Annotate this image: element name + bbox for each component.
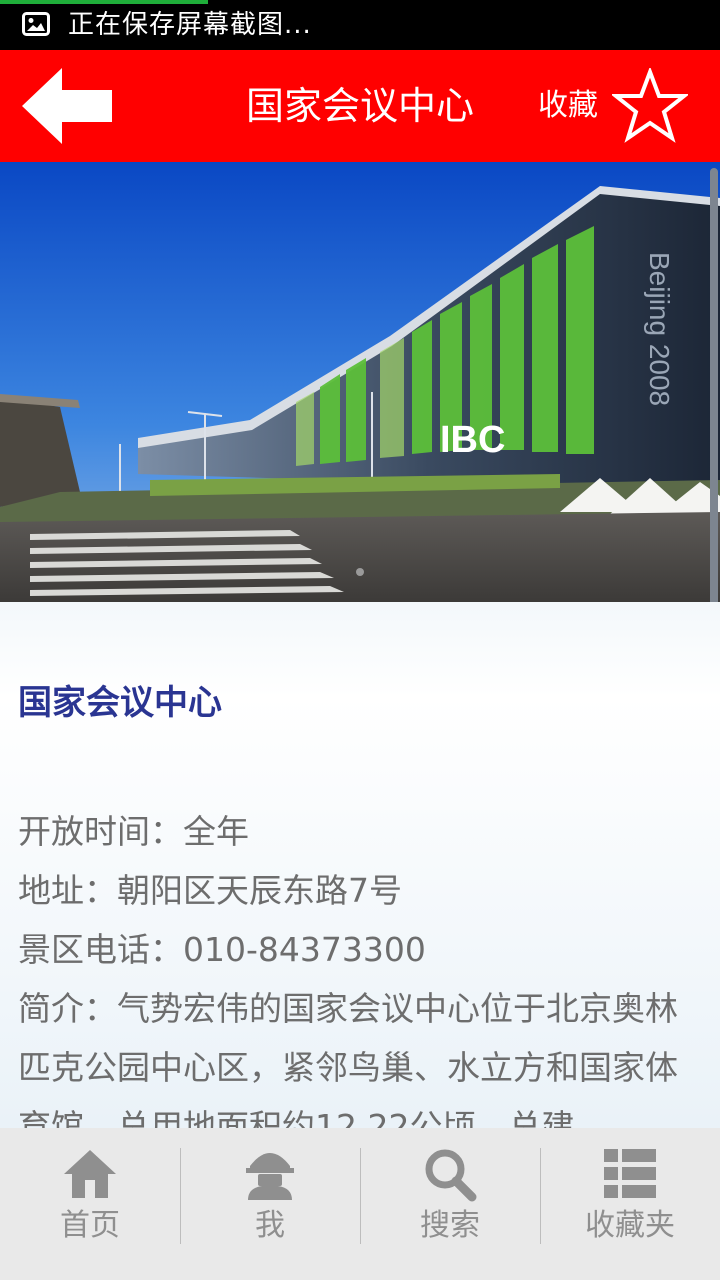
tab-favorites-label: 收藏夹 — [585, 1208, 675, 1243]
star-icon — [612, 68, 688, 143]
status-progress-line — [0, 0, 208, 4]
home-icon — [64, 1150, 116, 1198]
building-photo: IBC Beijing 2008 — [0, 162, 720, 602]
place-info: 开放时间：全年 地址：朝阳区天辰东路7号 景区电话：010-84373300 简… — [18, 802, 708, 1128]
tab-search-label: 搜索 — [420, 1208, 480, 1243]
hero-image[interactable]: IBC Beijing 2008 — [0, 162, 720, 602]
list-icon — [604, 1149, 656, 1198]
description: 简介：气势宏伟的国家会议中心位于北京奥林匹克公园中心区，紧邻鸟巢、水立方和国家体… — [18, 989, 678, 1128]
svg-text:Beijing 2008: Beijing 2008 — [644, 252, 675, 406]
favorite-label: 收藏 — [538, 88, 598, 123]
tab-me-label: 我 — [255, 1208, 285, 1243]
address: 地址：朝阳区天辰东路7号 — [18, 871, 402, 910]
tab-home[interactable]: 首页 — [0, 1128, 180, 1280]
place-title: 国家会议中心 — [18, 683, 222, 723]
tab-favorites[interactable]: 收藏夹 — [540, 1128, 720, 1280]
phone: 景区电话：010-84373300 — [18, 930, 426, 969]
open-hours: 开放时间：全年 — [18, 812, 249, 851]
detail-content: 国家会议中心 开放时间：全年 地址：朝阳区天辰东路7号 景区电话：010-843… — [0, 602, 720, 1128]
status-bar: 正在保存屏幕截图... — [0, 0, 720, 50]
bottom-tab-bar: 首页 我 搜索 收藏夹 — [0, 1128, 720, 1280]
tab-me[interactable]: 我 — [180, 1128, 360, 1280]
user-icon — [246, 1153, 294, 1200]
search-icon — [425, 1149, 477, 1202]
header-bar: 国家会议中心 收藏 — [0, 50, 720, 162]
tab-home-label: 首页 — [60, 1208, 120, 1243]
tab-search[interactable]: 搜索 — [360, 1128, 540, 1280]
favorite-button[interactable]: 收藏 — [530, 68, 700, 144]
image-icon — [22, 12, 50, 36]
status-notification-text: 正在保存屏幕截图... — [68, 10, 312, 40]
svg-text:IBC: IBC — [440, 419, 505, 461]
